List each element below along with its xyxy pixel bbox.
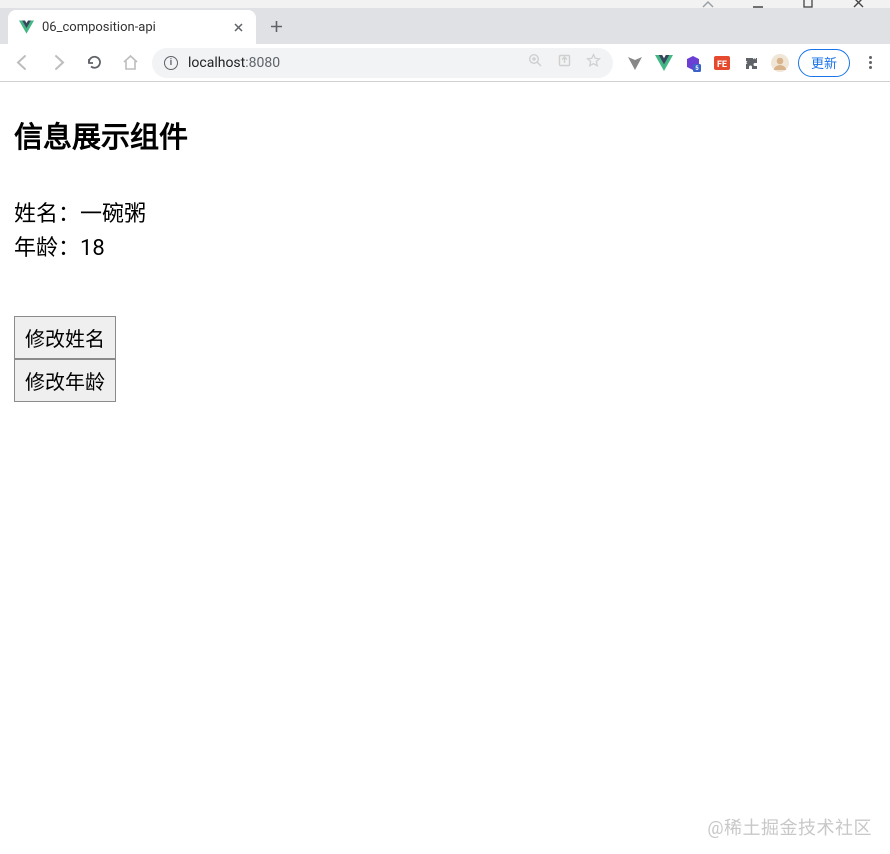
browser-tab-active[interactable]: 06_composition-api [8,10,256,44]
name-value: 一碗粥 [80,202,146,227]
share-icon[interactable] [557,53,572,72]
omnibox-actions [528,53,601,72]
age-row: 年龄：18 [14,232,876,266]
age-label: 年龄： [14,236,80,261]
browser-tab-title: 06_composition-api [42,20,230,35]
page-heading: 信息展示组件 [14,114,876,156]
name-row: 姓名：一碗粥 [14,198,876,232]
window-titlebar [0,0,890,8]
page-viewport: 信息展示组件 姓名：一碗粥 年龄：18 修改姓名 修改年龄 [0,82,890,854]
edit-name-button[interactable]: 修改姓名 [14,316,116,359]
forward-button[interactable] [44,49,72,77]
reload-button[interactable] [80,49,108,77]
close-tab-icon[interactable] [230,19,246,35]
update-label: 更新 [811,53,837,72]
browser-update-button[interactable]: 更新 [798,49,850,77]
edit-age-button[interactable]: 修改年龄 [14,359,116,402]
window-restore-icon[interactable] [694,0,722,8]
name-label: 姓名： [14,202,80,227]
bookmark-star-icon[interactable] [586,53,601,72]
svg-text:FE: FE [717,60,727,70]
new-tab-button[interactable] [262,12,290,40]
svg-text:5: 5 [695,65,699,72]
extensions-puzzle-icon[interactable] [741,53,761,73]
browser-menu-icon[interactable] [858,56,882,69]
browser-tab-bar: 06_composition-api [0,8,890,44]
home-button[interactable] [116,49,144,77]
button-block: 修改姓名 修改年龄 [14,316,876,402]
ext-icon-fe[interactable]: FE [712,53,732,73]
window-controls [694,0,886,8]
profile-avatar-icon[interactable] [770,53,790,73]
ext-icon-vue[interactable] [654,53,674,73]
address-bar[interactable]: i localhost:8080 [152,48,613,78]
ext-icon-vite[interactable] [625,53,645,73]
browser-toolbar: i localhost:8080 5 [0,44,890,81]
watermark: @稀土掘金技术社区 [707,814,872,840]
vue-favicon-icon [18,19,34,35]
extension-icons: 5 FE [625,53,790,73]
info-block: 姓名：一碗粥 年龄：18 [14,198,876,266]
age-value: 18 [80,236,105,261]
window-close-icon[interactable] [844,0,872,8]
window-maximize-icon[interactable] [794,0,822,8]
window-minimize-icon[interactable] [744,0,772,8]
ext-icon-cube[interactable]: 5 [683,53,703,73]
zoom-icon[interactable] [528,53,543,72]
back-button[interactable] [8,49,36,77]
site-info-icon[interactable]: i [164,56,178,70]
url-text: localhost:8080 [188,55,518,71]
